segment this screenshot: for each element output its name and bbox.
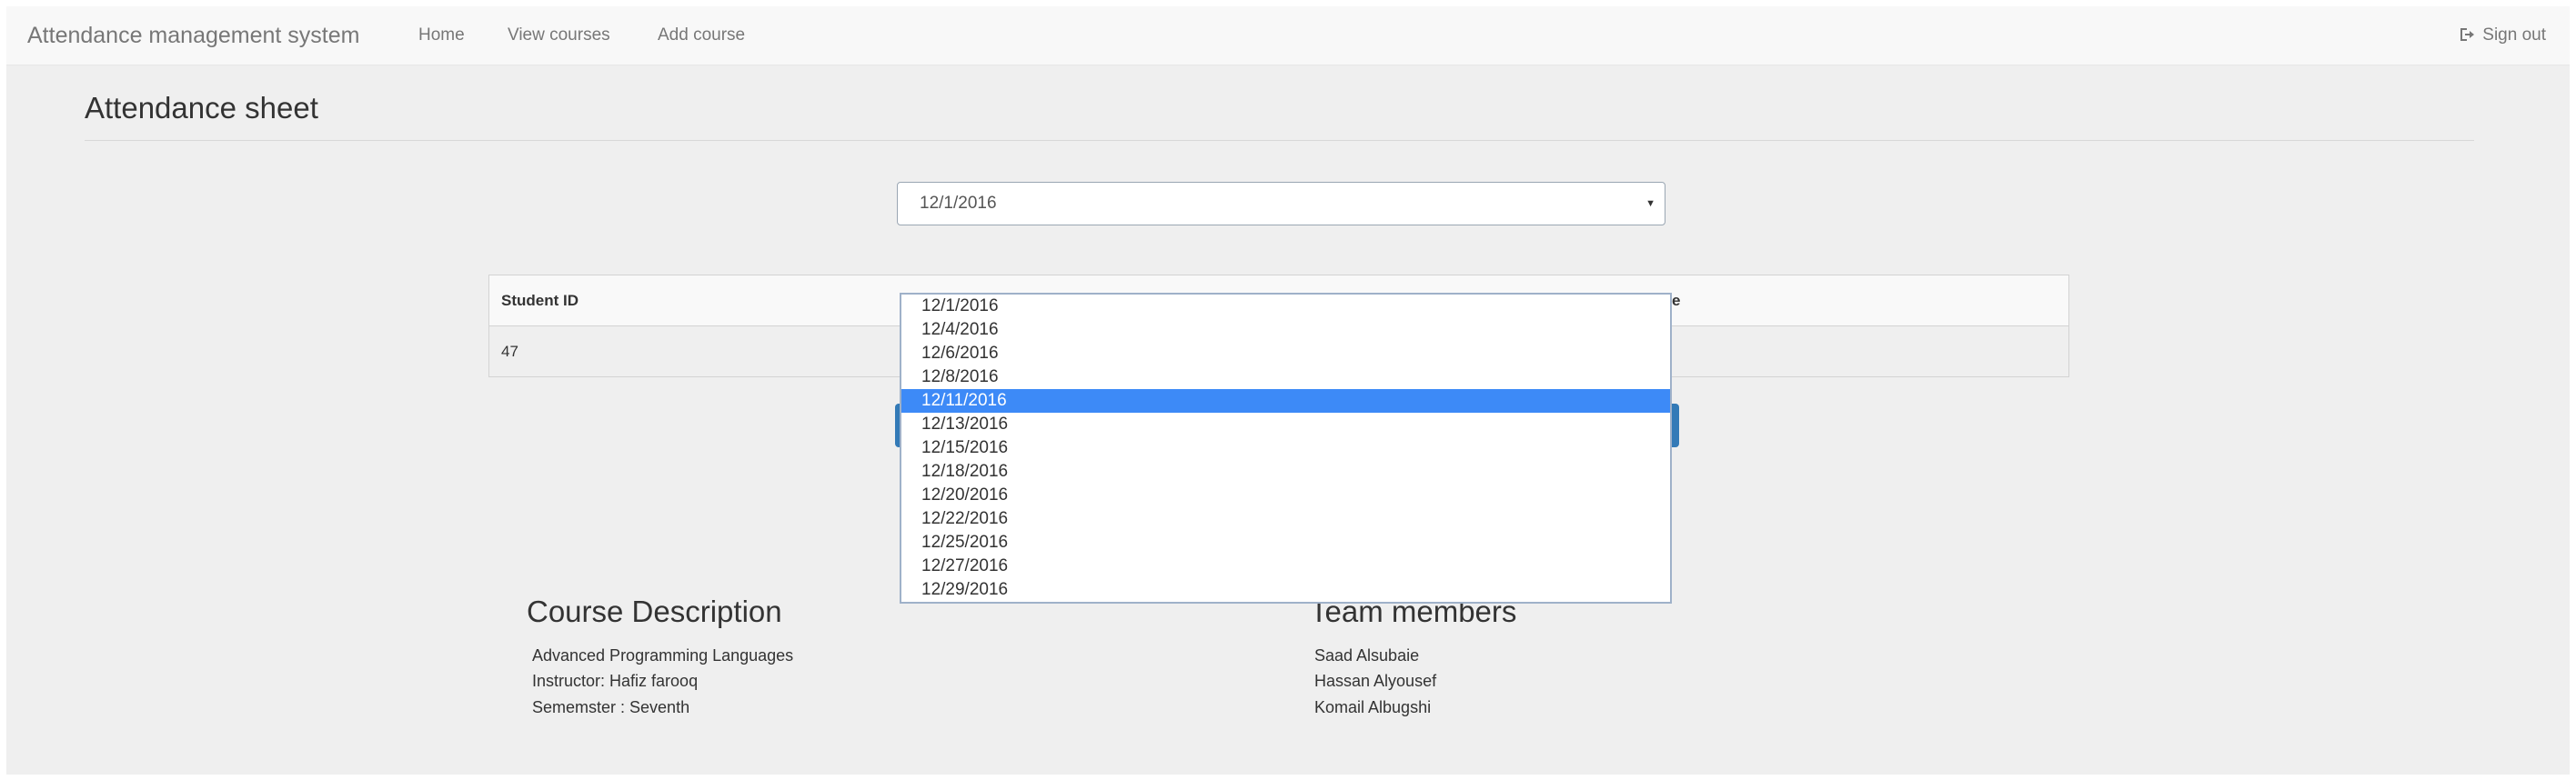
caret-down-icon: ▼ <box>1645 198 1655 209</box>
sign-out-label: Sign out <box>2482 25 2546 45</box>
sign-out-icon <box>2460 28 2475 41</box>
course-name: Advanced Programming Languages <box>532 646 794 665</box>
date-dropdown-list[interactable]: 12/1/2016 12/4/2016 12/6/2016 12/8/2016 12/1… <box>900 293 1672 604</box>
date-option[interactable]: 12/13/2016 <box>901 413 1670 436</box>
date-option[interactable]: 12/22/2016 <box>901 507 1670 531</box>
page-title: Attendance sheet <box>85 91 318 125</box>
date-option[interactable]: 12/15/2016 <box>901 436 1670 460</box>
date-option[interactable]: 12/18/2016 <box>901 460 1670 484</box>
team-member: Hassan Alyousef <box>1314 672 1437 690</box>
column-header-partial: e <box>1672 292 1681 309</box>
date-option[interactable]: 12/8/2016 <box>901 365 1670 389</box>
navbar: Attendance management system Home View c… <box>6 6 2570 65</box>
course-semester: Sememster : Seventh <box>532 698 690 716</box>
date-option[interactable]: 12/6/2016 <box>901 342 1670 365</box>
date-option[interactable]: 12/25/2016 <box>901 531 1670 555</box>
sign-out-link[interactable]: Sign out <box>2459 6 2546 65</box>
date-option[interactable]: 12/4/2016 <box>901 318 1670 342</box>
title-divider <box>85 140 2474 141</box>
date-option[interactable]: 12/20/2016 <box>901 484 1670 507</box>
nav-link-home[interactable]: Home <box>418 6 465 65</box>
nav-link-view-courses[interactable]: View courses <box>508 6 610 65</box>
date-option[interactable]: 12/29/2016 <box>901 578 1670 602</box>
date-option[interactable]: 12/27/2016 <box>901 555 1670 578</box>
nav-link-add-course[interactable]: Add course <box>658 6 745 65</box>
column-header-student-id: Student ID <box>501 292 579 309</box>
date-select[interactable]: 12/1/2016 ▼ <box>897 182 1665 225</box>
date-option[interactable]: 12/1/2016 <box>901 295 1670 318</box>
date-option[interactable]: 12/11/2016 <box>901 389 1670 413</box>
table-cell-student-id: 47 <box>501 343 518 360</box>
team-member: Komail Albugshi <box>1314 698 1432 716</box>
course-instructor: Instructor: Hafiz farooq <box>532 672 699 690</box>
course-description-title: Course Description <box>527 595 782 628</box>
date-select-value: 12/1/2016 <box>920 194 997 213</box>
team-member: Saad Alsubaie <box>1314 646 1420 665</box>
brand-link[interactable]: Attendance management system <box>27 6 359 65</box>
